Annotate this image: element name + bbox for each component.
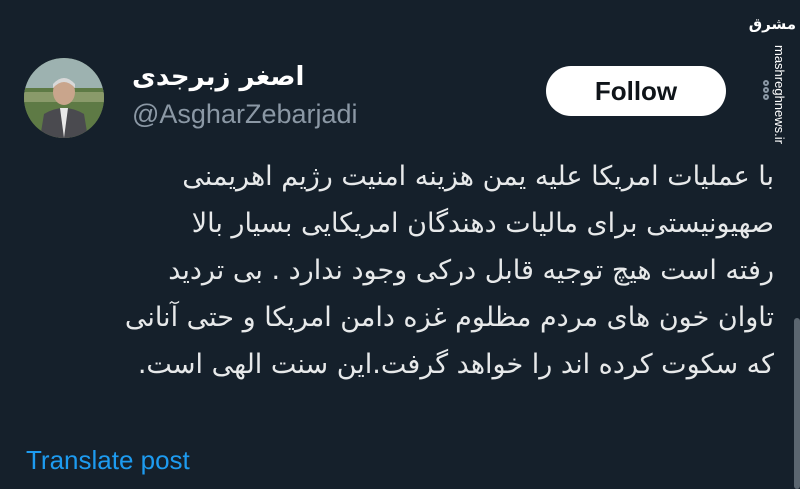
- avatar-photo: [24, 58, 104, 138]
- watermark-site: mashreghnews.ir: [772, 45, 787, 144]
- tweet-text-line: که سکوت کرده اند را خواهد گرفت.این سنت ا…: [137, 349, 774, 380]
- translate-post-link[interactable]: Translate post: [26, 444, 190, 476]
- watermark: مشرق mashreghnews.ir: [748, 5, 796, 144]
- watermark-logo: مشرق: [748, 15, 796, 33]
- tweet-text: با عملیات امریکا علیه یمن هزینه امنیت رژ…: [26, 153, 774, 388]
- tweet-text-line: رفته است هیچ توجیه قابل درکی وجود ندارد …: [168, 255, 774, 286]
- tweet-card: اصغر زبرجدی @AsgharZebarjadi Follow با ع…: [0, 0, 800, 489]
- author-avatar[interactable]: [24, 58, 104, 138]
- tweet-text-line: با عملیات امریکا علیه یمن هزینه امنیت رژ…: [182, 161, 774, 192]
- author-display-name[interactable]: اصغر زبرجدی: [132, 62, 304, 92]
- author-handle[interactable]: @AsgharZebarjadi: [132, 98, 358, 130]
- follow-button[interactable]: Follow: [546, 66, 726, 116]
- tweet-text-line: صهیونیستی برای مالیات دهندگان امریکایی ب…: [191, 208, 774, 239]
- scrollbar[interactable]: [794, 318, 800, 489]
- tweet-text-line: تاوان خون های مردم مظلوم غزه دامن امریکا…: [124, 302, 774, 333]
